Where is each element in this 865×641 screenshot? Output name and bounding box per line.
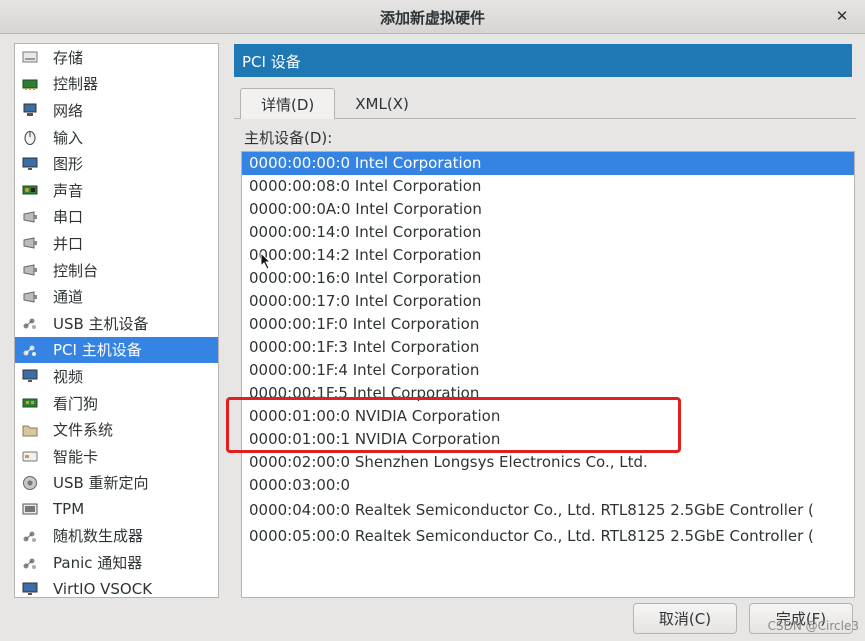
panic-icon	[21, 555, 39, 571]
sidebar-item-label: 随机数生成器	[53, 527, 144, 546]
sidebar-item-graphics[interactable]: 图形	[15, 150, 218, 177]
sidebar-item-label: 网络	[53, 101, 84, 120]
sidebar-item-label: USB 主机设备	[53, 314, 149, 333]
sidebar-item-storage[interactable]: 存储	[15, 44, 218, 71]
list-item[interactable]: 0000:00:1F:3 Intel Corporation	[242, 336, 854, 359]
sidebar-item-filesystem[interactable]: 文件系统	[15, 416, 218, 443]
sidebar-item-serial[interactable]: 串口	[15, 204, 218, 231]
sidebar-item-label: 声音	[53, 181, 84, 200]
sidebar-item-label: 串口	[53, 208, 84, 227]
sidebar-item-usb-redirect[interactable]: USB 重新定向	[15, 470, 218, 497]
sidebar-item-label: Panic 通知器	[53, 554, 143, 573]
cancel-button[interactable]: 取消(C)	[633, 603, 737, 634]
list-item[interactable]: 0000:00:14:0 Intel Corporation	[242, 221, 854, 244]
sidebar-item-smartcard[interactable]: 智能卡	[15, 443, 218, 470]
tab-bar: 详情(D) XML(X)	[240, 88, 429, 119]
annotation-box	[226, 397, 681, 453]
list-item[interactable]: 0000:00:17:0 Intel Corporation	[242, 290, 854, 313]
vsock-icon	[21, 581, 39, 597]
list-item[interactable]: 0000:00:1F:0 Intel Corporation	[242, 313, 854, 336]
list-item[interactable]: 0000:03:00:0	[242, 474, 854, 497]
monitor-icon	[21, 156, 39, 172]
sidebar-item-label: 存储	[53, 48, 84, 67]
host-device-list[interactable]: 0000:00:00:0 Intel Corporation 0000:00:0…	[241, 151, 855, 598]
list-item[interactable]: 0000:04:00:0 Realtek Semiconductor Co., …	[242, 497, 854, 523]
sidebar-item-sound[interactable]: 声音	[15, 177, 218, 204]
list-item[interactable]: 0000:00:1F:4 Intel Corporation	[242, 359, 854, 382]
smartcard-icon	[21, 448, 39, 464]
sound-card-icon	[21, 182, 39, 198]
sidebar-item-label: TPM	[53, 500, 85, 519]
panel-header-title: PCI 设备	[242, 53, 301, 71]
tab-xml[interactable]: XML(X)	[335, 88, 429, 119]
sidebar-item-pci-host[interactable]: PCI 主机设备	[15, 336, 218, 364]
sidebar-item-vsock[interactable]: VirtIO VSOCK	[15, 576, 218, 598]
sidebar-item-label: PCI 主机设备	[53, 341, 142, 360]
list-item[interactable]: 0000:00:00:0 Intel Corporation	[242, 152, 854, 175]
list-item[interactable]: 0000:02:00:0 Shenzhen Longsys Electronic…	[242, 451, 854, 474]
sidebar-item-console[interactable]: 控制台	[15, 257, 218, 284]
tpm-icon	[21, 501, 39, 517]
mouse-icon	[21, 129, 39, 146]
sidebar-item-usb-host[interactable]: USB 主机设备	[15, 310, 218, 337]
hardware-type-list[interactable]: 存储 控制器 网络 输入 图形 声音 串口 并口 控制台 通道 USB 主机设备…	[14, 43, 219, 598]
sidebar-item-controller[interactable]: 控制器	[15, 71, 218, 98]
video-icon	[21, 368, 39, 384]
sidebar-item-channel[interactable]: 通道	[15, 283, 218, 310]
rng-icon	[21, 528, 39, 544]
sidebar-item-tpm[interactable]: TPM	[15, 496, 218, 523]
parallel-icon	[21, 235, 39, 251]
console-icon	[21, 262, 39, 278]
sidebar-item-rng[interactable]: 随机数生成器	[15, 523, 218, 550]
sidebar-item-label: 视频	[53, 367, 84, 386]
list-item[interactable]: 0000:00:14:2 Intel Corporation	[242, 244, 854, 267]
sidebar-item-parallel[interactable]: 并口	[15, 230, 218, 257]
sidebar-item-label: 看门狗	[53, 394, 99, 413]
window-title: 添加新虚拟硬件	[379, 9, 485, 27]
sidebar-item-label: 控制台	[53, 261, 99, 280]
sidebar-item-watchdog[interactable]: 看门狗	[15, 390, 218, 417]
usb-icon	[21, 315, 39, 331]
serial-icon	[21, 209, 39, 225]
network-icon	[21, 102, 39, 118]
tab-details[interactable]: 详情(D)	[240, 88, 336, 119]
sidebar-item-label: 文件系统	[53, 421, 114, 440]
disk-icon	[21, 49, 39, 65]
list-item[interactable]: 0000:00:16:0 Intel Corporation	[242, 267, 854, 290]
pci-icon	[21, 342, 39, 358]
sidebar-item-label: USB 重新定向	[53, 474, 149, 493]
sidebar-item-label: 图形	[53, 155, 84, 174]
sidebar-item-video[interactable]: 视频	[15, 363, 218, 390]
sidebar-item-label: 控制器	[53, 75, 99, 94]
sidebar-item-label: 智能卡	[53, 447, 99, 466]
mouse-pointer-icon	[260, 251, 272, 274]
list-item[interactable]: 0000:00:08:0 Intel Corporation	[242, 175, 854, 198]
sidebar-item-input[interactable]: 输入	[15, 124, 218, 151]
close-icon[interactable]: ✕	[831, 5, 853, 27]
sidebar-item-panic[interactable]: Panic 通知器	[15, 549, 218, 576]
watchdog-icon	[21, 395, 39, 411]
sidebar-item-network[interactable]: 网络	[15, 97, 218, 124]
controller-icon	[21, 76, 39, 92]
sidebar-item-label: VirtIO VSOCK	[53, 580, 153, 598]
panel-header: PCI 设备	[234, 44, 852, 77]
list-item[interactable]: 0000:00:0A:0 Intel Corporation	[242, 198, 854, 221]
title-bar: 添加新虚拟硬件 ✕	[0, 0, 865, 34]
sidebar-item-label: 通道	[53, 288, 84, 307]
folder-icon	[21, 422, 39, 438]
watermark: CSDN @Circle3	[767, 619, 859, 633]
channel-icon	[21, 289, 39, 305]
sidebar-item-label: 并口	[53, 234, 84, 253]
host-device-label: 主机设备(D):	[244, 129, 333, 147]
sidebar-item-label: 输入	[53, 128, 84, 147]
list-item[interactable]: 0000:05:00:0 Realtek Semiconductor Co., …	[242, 523, 854, 549]
usb-redirect-icon	[21, 475, 39, 491]
